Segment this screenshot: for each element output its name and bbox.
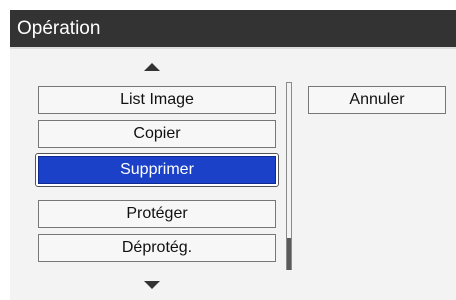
menu-item-list-image[interactable]: List Image: [38, 86, 276, 114]
scroll-up-arrow-icon[interactable]: [144, 63, 160, 71]
operation-dialog: Opération List Image Copier Supprimer Pr…: [10, 10, 456, 300]
title-divider: [10, 47, 456, 49]
menu-item-deproteger[interactable]: Déprotég.: [38, 234, 276, 262]
menu-item-proteger[interactable]: Protéger: [38, 200, 276, 228]
scroll-down-arrow-icon[interactable]: [144, 281, 160, 289]
menu-item-supprimer-label: Supprimer: [38, 156, 276, 184]
menu-item-copier[interactable]: Copier: [38, 120, 276, 148]
menu-item-supprimer[interactable]: Supprimer: [35, 153, 279, 187]
scrollbar-thumb[interactable]: [287, 238, 291, 270]
cancel-button[interactable]: Annuler: [308, 86, 446, 114]
dialog-title: Opération: [10, 10, 456, 47]
